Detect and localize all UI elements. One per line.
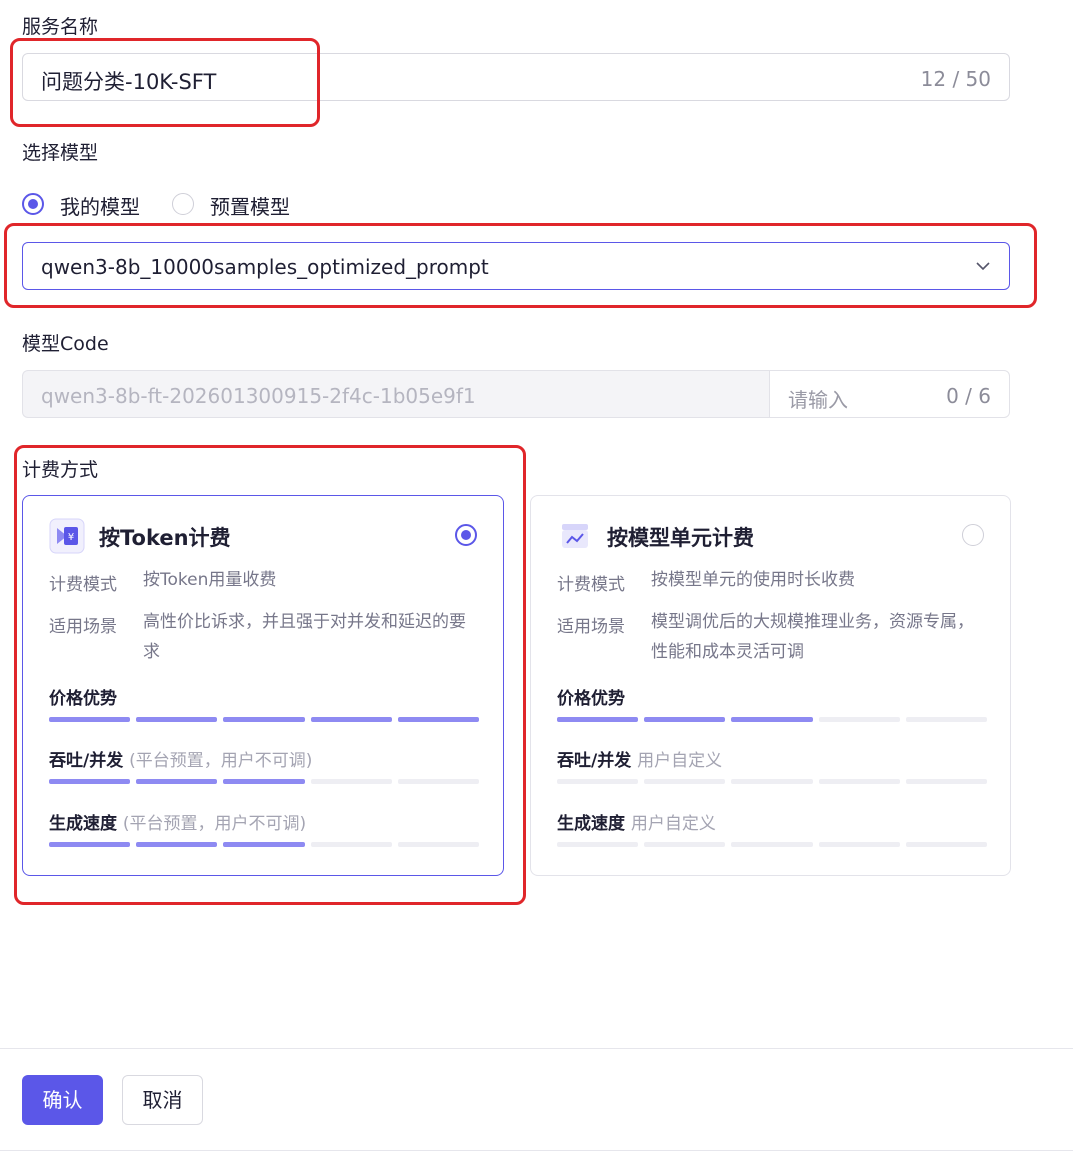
- model-dropdown[interactable]: qwen3-8b_10000samples_optimized_prompt: [22, 242, 1010, 290]
- throughput-label: 吞吐/并发 (平台预置，用户不可调): [49, 751, 313, 771]
- token-billing-icon: ¥: [49, 518, 85, 554]
- level-segment: [397, 842, 480, 847]
- level-segment: [310, 842, 392, 847]
- price-advantage-label: 价格优势: [49, 689, 117, 709]
- level-segment: [310, 717, 392, 722]
- price-advantage-label: 价格优势: [557, 689, 625, 709]
- level-segment: [731, 842, 813, 847]
- speed-bar: [49, 842, 480, 847]
- service-name-counter: 12 / 50: [920, 67, 991, 91]
- billing-card-title: 按模型单元计费: [607, 526, 754, 550]
- throughput-label: 吞吐/并发 用户自定义: [557, 751, 723, 771]
- model-code-input[interactable]: 请输入 0 / 6: [769, 370, 1010, 418]
- radio-preset-model-label[interactable]: 预置模型: [210, 191, 290, 220]
- throughput-bar: [49, 779, 480, 784]
- throughput-note: 用户自定义: [637, 751, 723, 771]
- level-segment: [49, 717, 131, 722]
- billing-mode-key: 计费模式: [49, 575, 117, 595]
- level-segment: [49, 779, 131, 784]
- footer-divider: [0, 1048, 1073, 1049]
- billing-label: 计费方式: [22, 459, 99, 481]
- speed-note: 用户自定义: [630, 814, 716, 834]
- billing-scene-value: 模型调优后的大规模推理业务，资源专属，性能和成本灵活可调: [651, 612, 974, 662]
- model-code-placeholder: 请输入: [788, 388, 848, 412]
- throughput-bar: [557, 779, 988, 784]
- billing-mode-value: 按Token用量收费: [143, 570, 277, 590]
- level-segment: [136, 842, 218, 847]
- billing-mode-key: 计费模式: [557, 575, 625, 595]
- billing-mode-value: 按模型单元的使用时长收费: [651, 570, 855, 590]
- model-code-prefix-value: qwen3-8b-ft-202601300915-2f4c-1b05e9f1: [41, 384, 476, 408]
- model-select-label: 选择模型: [22, 142, 99, 164]
- chevron-down-icon: [976, 262, 990, 271]
- model-code-label: 模型Code: [22, 333, 109, 355]
- service-name-label: 服务名称: [22, 16, 99, 38]
- level-segment: [818, 842, 900, 847]
- level-segment: [397, 779, 480, 784]
- speed-note: (平台预置，用户不可调): [122, 814, 307, 834]
- level-segment: [644, 842, 726, 847]
- billing-model-unit-radio[interactable]: [962, 524, 984, 546]
- model-code-prefix: qwen3-8b-ft-202601300915-2f4c-1b05e9f1: [22, 370, 770, 418]
- billing-scene-key: 适用场景: [557, 617, 625, 637]
- level-segment: [557, 842, 639, 847]
- cancel-button[interactable]: 取消: [122, 1075, 203, 1125]
- svg-text:¥: ¥: [68, 532, 74, 543]
- model-code-counter: 0 / 6: [946, 384, 991, 408]
- level-segment: [310, 779, 392, 784]
- level-segment: [644, 717, 726, 722]
- level-segment: [223, 717, 305, 722]
- level-segment: [905, 842, 988, 847]
- level-segment: [818, 717, 900, 722]
- service-name-input[interactable]: 问题分类-10K-SFT 12 / 50: [22, 53, 1010, 101]
- billing-card-token[interactable]: ¥ 按Token计费 计费模式 按Token用量收费 适用场景 高性价比诉求，并…: [22, 495, 504, 876]
- service-name-value: 问题分类-10K-SFT: [41, 70, 217, 94]
- throughput-note: (平台预置，用户不可调): [129, 751, 313, 771]
- price-advantage-bar: [557, 717, 988, 722]
- level-segment: [905, 717, 988, 722]
- footer-bottom-divider: [0, 1150, 1073, 1151]
- level-segment: [731, 779, 813, 784]
- billing-token-radio[interactable]: [455, 524, 477, 546]
- billing-card-title: 按Token计费: [99, 526, 231, 550]
- price-advantage-bar: [49, 717, 480, 722]
- level-segment: [223, 779, 305, 784]
- level-segment: [223, 842, 305, 847]
- model-unit-billing-icon: [562, 524, 588, 548]
- speed-bar: [557, 842, 988, 847]
- radio-my-model-label[interactable]: 我的模型: [60, 191, 140, 220]
- level-segment: [136, 717, 218, 722]
- confirm-button[interactable]: 确认: [22, 1075, 103, 1125]
- level-segment: [136, 779, 218, 784]
- radio-my-model[interactable]: [22, 193, 44, 215]
- speed-label: 生成速度 (平台预置，用户不可调): [49, 814, 307, 834]
- speed-label: 生成速度 用户自定义: [557, 814, 716, 834]
- level-segment: [557, 779, 639, 784]
- level-segment: [557, 717, 639, 722]
- billing-scene-key: 适用场景: [49, 617, 117, 637]
- level-segment: [49, 842, 131, 847]
- level-segment: [905, 779, 988, 784]
- level-segment: [731, 717, 813, 722]
- level-segment: [818, 779, 900, 784]
- model-dropdown-value: qwen3-8b_10000samples_optimized_prompt: [41, 255, 489, 279]
- level-segment: [397, 717, 480, 722]
- radio-preset-model[interactable]: [172, 193, 194, 215]
- billing-scene-value: 高性价比诉求，并且强于对并发和延迟的要求: [143, 612, 466, 662]
- level-segment: [644, 779, 726, 784]
- billing-card-model-unit[interactable]: 按模型单元计费 计费模式 按模型单元的使用时长收费 适用场景 模型调优后的大规模…: [530, 495, 1011, 876]
